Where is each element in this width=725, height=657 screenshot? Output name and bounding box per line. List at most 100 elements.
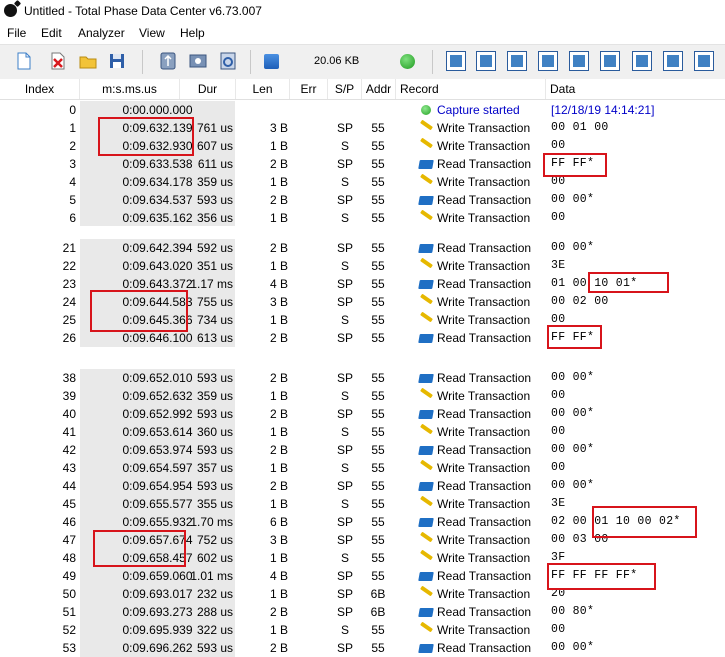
- cell-dur: 359 us: [196, 389, 233, 403]
- table-row[interactable]: 0:09.634.178 4 359 us 1 B S 55 Write Transacti…: [0, 173, 725, 191]
- cell-record: Read Transaction: [437, 569, 532, 583]
- cell-addr: 55: [371, 515, 385, 529]
- write-transaction-icon: [420, 495, 433, 507]
- hz-view-icon[interactable]: [632, 51, 652, 71]
- cell-index: 46: [62, 515, 76, 529]
- table-row[interactable]: 0:09.693.273 51 288 us 2 B SP 6B Read Transact…: [0, 603, 725, 621]
- cell-dur: 752 us: [196, 533, 233, 547]
- grid-view-icon[interactable]: [476, 51, 496, 71]
- stop-capture-icon[interactable]: [264, 54, 279, 69]
- cell-index: 41: [62, 425, 76, 439]
- table-row[interactable]: 0:09.632.139 1 761 us 3 B SP 55 Write Transact…: [0, 119, 725, 137]
- table-row[interactable]: 0:00.000.000 0 Capture started [12/18/19 14…: [0, 101, 725, 119]
- menu-edit[interactable]: Edit: [41, 26, 62, 40]
- table-row[interactable]: 0:09.652.010 38 593 us 2 B SP 55 Read Transact…: [0, 369, 725, 387]
- write-transaction-icon: [420, 311, 433, 323]
- table-row[interactable]: 0:09.653.614 41 360 us 1 B S 55 Write Transact…: [0, 423, 725, 441]
- pattern-view-icon[interactable]: [663, 51, 683, 71]
- open-folder-icon[interactable]: [78, 51, 98, 71]
- col-sp[interactable]: S/P: [328, 79, 362, 99]
- cell-index: 38: [62, 371, 76, 385]
- col-record[interactable]: Record: [396, 79, 546, 99]
- table-row[interactable]: 0:09.642.394 21 592 us 2 B SP 55 Read Transact…: [0, 239, 725, 257]
- cell-dur: 1.01 ms: [190, 569, 233, 583]
- waveform-view-icon[interactable]: [694, 51, 714, 71]
- write-transaction-icon: [420, 119, 433, 131]
- table-row[interactable]: 0:09.659.060 49 1.01 ms 4 B SP 55 Read Transac…: [0, 567, 725, 585]
- cell-sp: SP: [336, 371, 353, 385]
- table-row[interactable]: 0:09.644.583 24 755 us 3 B SP 55 Write Transac…: [0, 293, 725, 311]
- cell-data: 3F: [551, 551, 566, 564]
- table-row[interactable]: 0:09.695.939 52 322 us 1 B S 55 Write Transact…: [0, 621, 725, 639]
- read-transaction-icon: [418, 410, 434, 419]
- new-file-icon[interactable]: [14, 51, 34, 71]
- cell-sp: S: [340, 389, 349, 403]
- console-view-icon[interactable]: [446, 51, 466, 71]
- play-view-icon[interactable]: [569, 51, 589, 71]
- col-data[interactable]: Data: [546, 79, 725, 99]
- menu-analyzer[interactable]: Analyzer: [78, 26, 125, 40]
- cell-data: 01 00 10 01*: [551, 277, 638, 290]
- table-row[interactable]: 0:09.657.674 47 752 us 3 B SP 55 Write Transac…: [0, 531, 725, 549]
- table-row[interactable]: 0:09.643.020 22 351 us 1 B S 55 Write Transact…: [0, 257, 725, 275]
- table-row[interactable]: 0:09.643.372 23 1.17 ms 4 B SP 55 Read Transac…: [0, 275, 725, 293]
- read-transaction-icon: [418, 244, 434, 253]
- table-row[interactable]: 0:09.632.930 2 607 us 1 B S 55 Write Transacti…: [0, 137, 725, 155]
- filter-view-icon[interactable]: [600, 51, 620, 71]
- table-row[interactable]: 0:09.654.954 44 593 us 2 B SP 55 Read Transact…: [0, 477, 725, 495]
- table-row[interactable]: 0:09.652.992 40 593 us 2 B SP 55 Read Transact…: [0, 405, 725, 423]
- gear-settings-icon[interactable]: [218, 51, 238, 71]
- table-row[interactable]: 0:09.655.932 46 1.70 ms 6 B SP 55 Read Transac…: [0, 513, 725, 531]
- menu-bar: File Edit Analyzer View Help: [0, 24, 725, 44]
- toolbar: 20.06 KB: [0, 44, 725, 80]
- table-row[interactable]: 0:09.693.017 50 232 us 1 B SP 6B Write Transac…: [0, 585, 725, 603]
- menu-view[interactable]: View: [139, 26, 165, 40]
- table-row[interactable]: 0:09.645.366 25 734 us 1 B S 55 Write Transact…: [0, 311, 725, 329]
- table-row[interactable]: 0:09.658.457 48 602 us 1 B S 55 Write Transact…: [0, 549, 725, 567]
- cell-sp: SP: [336, 157, 353, 171]
- table-row[interactable]: 0:09.653.974 42 593 us 2 B SP 55 Read Transact…: [0, 441, 725, 459]
- file-size-readout: 20.06 KB: [314, 55, 360, 67]
- cell-sp: SP: [336, 479, 353, 493]
- write-transaction-icon: [420, 531, 433, 543]
- cell-record: Write Transaction: [437, 139, 531, 153]
- cell-addr: 55: [371, 569, 385, 583]
- menu-file[interactable]: File: [7, 26, 26, 40]
- cell-dur: 357 us: [196, 461, 233, 475]
- save-icon[interactable]: [107, 51, 127, 71]
- col-addr[interactable]: Addr: [362, 79, 396, 99]
- table-row[interactable]: 0:09.655.577 45 355 us 1 B S 55 Write Transact…: [0, 495, 725, 513]
- cell-sp: S: [340, 313, 349, 327]
- cell-len: 2 B: [269, 193, 288, 207]
- table-row[interactable]: 0:09.634.537 5 593 us 2 B SP 55 Read Transacti…: [0, 191, 725, 209]
- col-len[interactable]: Len: [236, 79, 290, 99]
- table-row[interactable]: 0:09.633.538 3 611 us 2 B SP 55 Read Transacti…: [0, 155, 725, 173]
- cell-len: 3 B: [269, 533, 288, 547]
- device-settings-icon[interactable]: [188, 51, 208, 71]
- cell-addr: 55: [371, 389, 385, 403]
- read-transaction-icon: [418, 572, 434, 581]
- close-file-icon[interactable]: [48, 51, 68, 71]
- menu-help[interactable]: Help: [180, 26, 205, 40]
- col-err[interactable]: Err: [290, 79, 328, 99]
- row-break: [0, 361, 725, 367]
- cell-record: Read Transaction: [437, 371, 532, 385]
- table-row[interactable]: 0:09.696.262 53 593 us 2 B SP 55 Read Transact…: [0, 639, 725, 657]
- table-row[interactable]: 0:09.646.100 26 613 us 2 B SP 55 Read Transact…: [0, 329, 725, 347]
- list-view-icon[interactable]: [507, 51, 527, 71]
- write-transaction-icon: [420, 585, 433, 597]
- col-dur[interactable]: Dur: [180, 79, 236, 99]
- table-row[interactable]: 0:09.635.162 6 356 us 1 B S 55 Write Transacti…: [0, 209, 725, 227]
- col-time[interactable]: m:s.ms.us: [80, 79, 180, 99]
- cell-addr: [363, 101, 393, 119]
- table-row[interactable]: 0:09.652.632 39 359 us 1 B S 55 Write Transact…: [0, 387, 725, 405]
- cell-dur: 593 us: [196, 479, 233, 493]
- cell-sp: SP: [336, 295, 353, 309]
- col-index[interactable]: Index: [0, 79, 80, 99]
- cell-sp: SP: [336, 277, 353, 291]
- usb-device-icon[interactable]: [158, 51, 178, 71]
- table-row[interactable]: 0:09.654.597 43 357 us 1 B S 55 Write Transact…: [0, 459, 725, 477]
- cell-record: Read Transaction: [437, 157, 532, 171]
- cell-addr: 55: [371, 193, 385, 207]
- detail-view-icon[interactable]: [538, 51, 558, 71]
